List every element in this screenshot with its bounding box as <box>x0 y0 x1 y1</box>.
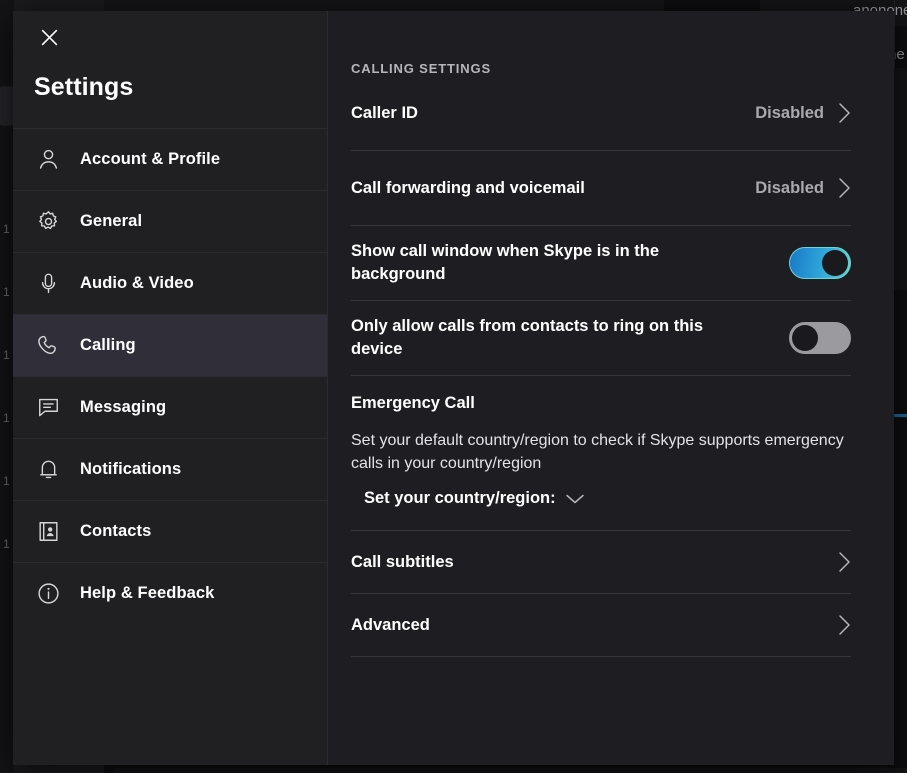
settings-dialog: Settings Account & Profile General Audio… <box>13 11 894 765</box>
setting-control: Disabled <box>755 102 851 124</box>
settings-sidebar: Settings Account & Profile General Audio… <box>13 11 328 765</box>
setting-row-call-forwarding[interactable]: Call forwarding and voicemail Disabled <box>351 151 851 226</box>
setting-label: Only allow calls from contacts to ring o… <box>351 317 704 358</box>
setting-row-only-allow-contacts: Only allow calls from contacts to ring o… <box>351 301 851 376</box>
toggle-knob <box>792 325 818 351</box>
bell-icon <box>34 456 62 484</box>
setting-label: Show call window when Skype is in the ba… <box>351 242 660 283</box>
close-icon <box>40 28 59 47</box>
setting-value: Disabled <box>755 178 824 197</box>
background-list-stamp: 1 <box>3 474 10 488</box>
phone-icon <box>34 332 62 360</box>
background-list-stamp: 1 <box>3 222 10 236</box>
sidebar-item-label: Contacts <box>80 522 152 540</box>
sidebar-item-calling[interactable]: Calling <box>13 314 327 376</box>
page-title: Settings <box>34 73 134 101</box>
setting-control <box>824 614 851 636</box>
background-list-stamp: 1 <box>3 537 10 551</box>
gear-icon <box>34 208 62 236</box>
chevron-right-icon <box>838 551 851 573</box>
address-book-icon <box>34 518 62 546</box>
sidebar-item-contacts[interactable]: Contacts <box>13 500 327 562</box>
emergency-call-title: Emergency Call <box>351 394 475 412</box>
toggle-knob <box>822 250 848 276</box>
info-circle-icon <box>34 580 62 608</box>
dialog-header <box>13 11 327 63</box>
sidebar-item-label: Notifications <box>80 460 182 478</box>
close-button[interactable] <box>34 22 64 52</box>
sidebar-item-notifications[interactable]: Notifications <box>13 438 327 500</box>
setting-label: Caller ID <box>351 103 418 122</box>
person-icon <box>34 146 62 174</box>
country-region-dropdown[interactable]: Set your country/region: <box>364 489 851 508</box>
section-heading: CALLING SETTINGS <box>351 61 491 76</box>
setting-label: Advanced <box>351 615 430 634</box>
chevron-down-icon <box>565 493 585 505</box>
settings-content-pane: CALLING SETTINGS Caller ID Disabled Call… <box>328 11 894 765</box>
chevron-right-icon <box>838 614 851 636</box>
country-region-label: Set your country/region: <box>364 489 556 508</box>
background-card <box>113 768 907 773</box>
setting-label: Call subtitles <box>351 552 454 571</box>
sidebar-item-audio-video[interactable]: Audio & Video <box>13 252 327 314</box>
sidebar-item-label: Help & Feedback <box>80 584 215 602</box>
setting-row-show-call-window: Show call window when Skype is in the ba… <box>351 226 851 301</box>
setting-row-caller-id[interactable]: Caller ID Disabled <box>351 76 851 151</box>
setting-control <box>789 322 851 354</box>
sidebar-item-messaging[interactable]: Messaging <box>13 376 327 438</box>
toggle-only-allow-contacts[interactable] <box>789 322 851 354</box>
setting-control <box>824 551 851 573</box>
setting-value: Disabled <box>755 103 824 122</box>
background-panel-divider <box>894 0 895 70</box>
background-list-stamp: 1 <box>3 411 10 425</box>
setting-row-advanced[interactable]: Advanced <box>351 594 851 658</box>
sidebar-item-help-feedback[interactable]: Help & Feedback <box>13 562 327 624</box>
sidebar-item-label: Audio & Video <box>80 274 194 292</box>
emergency-call-section: Emergency Call Set your default country/… <box>351 376 851 532</box>
chat-bubble-icon <box>34 394 62 422</box>
setting-control <box>789 247 851 279</box>
chevron-right-icon <box>838 102 851 124</box>
background-list-stamp: 1 <box>3 285 10 299</box>
sidebar-item-label: Messaging <box>80 398 167 416</box>
emergency-call-description: Set your default country/region to check… <box>351 432 844 473</box>
background-list-stamp: 1 <box>3 348 10 362</box>
toggle-show-call-window[interactable] <box>789 247 851 279</box>
sidebar-item-label: Calling <box>80 336 136 354</box>
sidebar-item-label: General <box>80 212 143 230</box>
sidebar-item-general[interactable]: General <box>13 190 327 252</box>
setting-label: Call forwarding and voicemail <box>351 178 585 197</box>
chevron-right-icon <box>838 177 851 199</box>
sidebar-item-label: Account & Profile <box>80 150 221 168</box>
sidebar-item-account-profile[interactable]: Account & Profile <box>13 128 327 190</box>
setting-control: Disabled <box>755 177 851 199</box>
setting-row-call-subtitles[interactable]: Call subtitles <box>351 531 851 595</box>
microphone-icon <box>34 270 62 298</box>
